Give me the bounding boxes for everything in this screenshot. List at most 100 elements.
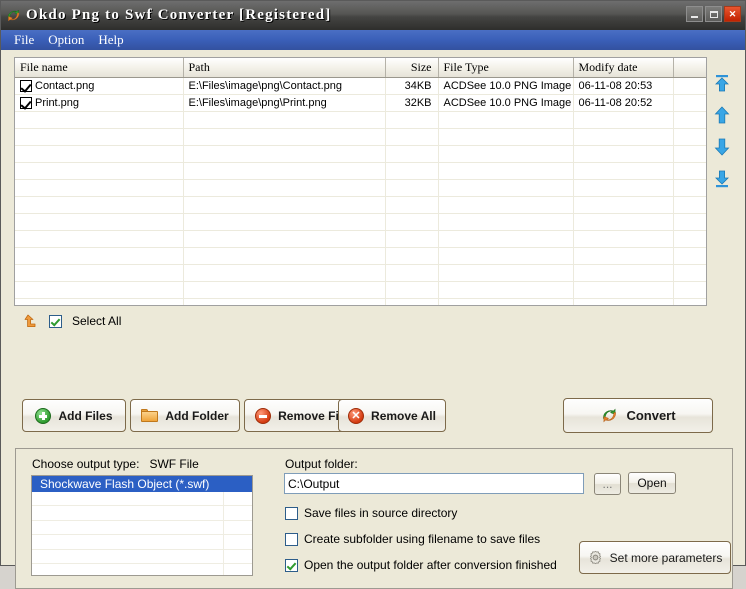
convert-button[interactable]: Convert xyxy=(563,398,713,433)
menu-item-file[interactable]: File xyxy=(9,31,43,50)
cell-empty xyxy=(385,162,439,180)
cell-empty xyxy=(15,230,184,248)
cell-empty xyxy=(183,230,386,248)
set-more-parameters-button[interactable]: Set more parameters xyxy=(579,541,731,574)
red-x-icon: ✕ xyxy=(348,407,365,424)
cell-empty xyxy=(673,230,706,248)
option-open-output-folder[interactable]: Open the output folder after conversion … xyxy=(285,558,557,572)
add-folder-button[interactable]: Add Folder xyxy=(130,399,240,432)
cell-empty xyxy=(15,247,184,265)
title-bar: Okdo Png to Swf Converter [Registered] ✕ xyxy=(1,1,745,30)
cell-empty xyxy=(15,111,184,129)
cell-empty xyxy=(385,281,439,299)
add-folder-label: Add Folder xyxy=(165,408,229,423)
cell-empty xyxy=(385,196,439,214)
cell-empty xyxy=(183,298,386,305)
move-to-bottom-button[interactable] xyxy=(711,168,733,190)
column-header-file-name[interactable]: File name xyxy=(15,58,184,78)
cell-empty xyxy=(15,196,184,214)
cell-empty xyxy=(15,162,184,180)
cell-empty xyxy=(438,128,574,146)
menu-bar: File Option Help xyxy=(1,30,745,50)
set-more-parameters-label: Set more parameters xyxy=(609,550,723,565)
app-window: Okdo Png to Swf Converter [Registered] ✕… xyxy=(0,0,746,589)
table-row-empty xyxy=(15,196,706,214)
cell-empty xyxy=(573,213,674,231)
file-name-text: Contact.png xyxy=(35,80,95,92)
output-type-row-empty xyxy=(32,492,252,507)
cell-empty xyxy=(438,145,574,163)
menu-item-help[interactable]: Help xyxy=(93,31,132,50)
app-icon xyxy=(5,7,22,24)
option-open-output-folder-checkbox[interactable] xyxy=(285,558,298,572)
select-all-checkbox[interactable] xyxy=(49,314,62,328)
cell-empty xyxy=(573,128,674,146)
client-area: File name Path Size File Type Modify dat… xyxy=(1,50,745,589)
table-row[interactable]: Contact.png E:\Files\image\png\Contact.pn… xyxy=(15,77,706,95)
remove-all-button[interactable]: ✕ Remove All xyxy=(338,399,446,432)
cell-empty xyxy=(385,179,439,197)
table-header-row: File name Path Size File Type Modify dat… xyxy=(15,58,706,78)
cell-empty xyxy=(573,298,674,305)
remove-all-label: Remove All xyxy=(371,408,436,423)
column-header-modify-date[interactable]: Modify date xyxy=(573,58,674,78)
cell-spacer xyxy=(673,77,706,95)
cell-empty xyxy=(15,213,184,231)
column-header-path[interactable]: Path xyxy=(183,58,386,78)
column-header-file-type[interactable]: File Type xyxy=(438,58,574,78)
cell-empty xyxy=(385,111,439,129)
cell-empty xyxy=(15,179,184,197)
output-folder-input[interactable]: C:\Output xyxy=(284,473,584,494)
cell-empty xyxy=(183,264,386,282)
row-checkbox[interactable] xyxy=(20,80,32,92)
cell-empty xyxy=(438,298,574,305)
browse-folder-button[interactable]: ... xyxy=(594,473,621,495)
cell-empty xyxy=(573,230,674,248)
move-to-top-button[interactable] xyxy=(711,72,733,94)
folder-icon xyxy=(141,409,159,422)
output-type-listbox[interactable]: Shockwave Flash Object (*.swf) xyxy=(31,475,253,576)
option-save-in-source-directory[interactable]: Save files in source directory xyxy=(285,506,457,520)
close-button[interactable]: ✕ xyxy=(724,6,741,22)
table-row[interactable]: Print.png E:\Files\image\png\Print.png 32K… xyxy=(15,94,706,112)
cell-modify-date: 06-11-08 20:53 xyxy=(573,77,674,95)
cell-empty xyxy=(673,281,706,299)
file-list-table[interactable]: File name Path Size File Type Modify dat… xyxy=(14,57,707,306)
cell-empty xyxy=(15,298,184,305)
open-folder-button[interactable]: Open xyxy=(628,472,676,494)
table-row-empty xyxy=(15,179,706,197)
cell-empty xyxy=(573,247,674,265)
move-up-button[interactable] xyxy=(711,104,733,126)
output-type-option[interactable]: Shockwave Flash Object (*.swf) xyxy=(32,476,252,492)
cell-empty xyxy=(183,111,386,129)
output-type-row-empty xyxy=(32,521,252,536)
cell-empty xyxy=(573,179,674,197)
cell-empty xyxy=(673,162,706,180)
row-checkbox[interactable] xyxy=(20,97,32,109)
move-down-button[interactable] xyxy=(711,136,733,158)
minimize-button[interactable] xyxy=(686,6,703,22)
cell-spacer xyxy=(673,94,706,112)
cell-empty xyxy=(183,162,386,180)
cell-empty xyxy=(438,111,574,129)
option-create-subfolder[interactable]: Create subfolder using filename to save … xyxy=(285,532,540,546)
cell-size: 34KB xyxy=(385,77,439,95)
column-header-size[interactable]: Size xyxy=(385,58,439,78)
cell-empty xyxy=(183,247,386,265)
cell-empty xyxy=(573,111,674,129)
option-create-subfolder-label: Create subfolder using filename to save … xyxy=(304,532,541,546)
maximize-button[interactable] xyxy=(705,6,722,22)
cell-empty xyxy=(673,298,706,305)
output-type-row-empty xyxy=(32,550,252,564)
cell-empty xyxy=(438,247,574,265)
cell-empty xyxy=(573,196,674,214)
option-create-subfolder-checkbox[interactable] xyxy=(285,532,298,546)
cell-empty xyxy=(385,128,439,146)
cell-empty xyxy=(438,264,574,282)
option-save-in-source-checkbox[interactable] xyxy=(285,506,298,520)
menu-item-option[interactable]: Option xyxy=(43,31,93,50)
cell-empty xyxy=(385,247,439,265)
add-files-button[interactable]: Add Files xyxy=(22,399,126,432)
select-all-label: Select All xyxy=(72,314,122,328)
choose-output-type-text: Choose output type: xyxy=(32,457,140,471)
